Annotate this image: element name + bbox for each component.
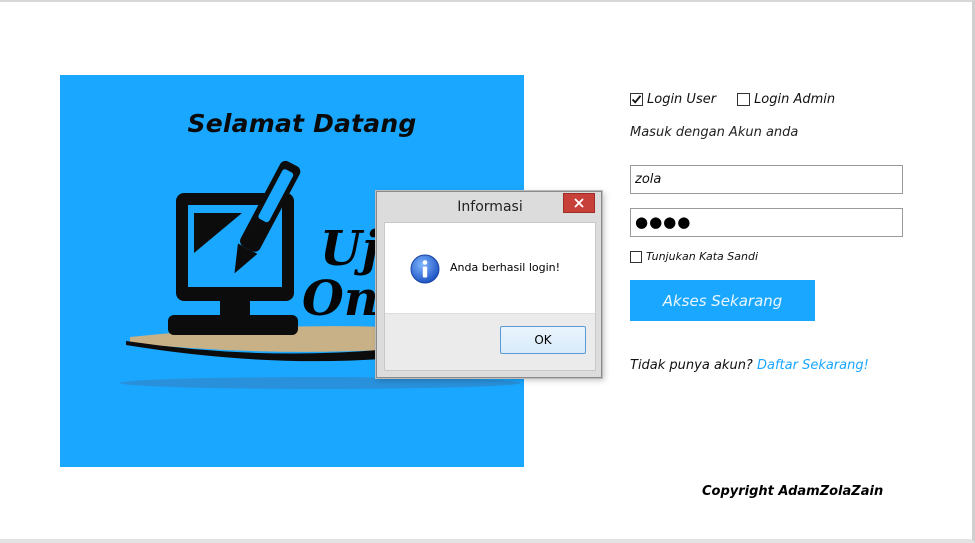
copyright-text: Copyright AdamZolaZain — [702, 484, 884, 499]
show-password-label: Tunjukan Kata Sandi — [646, 250, 759, 263]
info-icon — [410, 254, 440, 284]
login-admin-checkbox[interactable] — [737, 93, 751, 106]
dialog-close-button[interactable] — [563, 193, 595, 213]
login-admin-label: Login Admin — [754, 92, 836, 107]
dialog-message: Anda berhasil login! — [450, 261, 561, 274]
login-type-options: Login User Login Admin — [630, 92, 835, 107]
login-user-label: Login User — [647, 92, 717, 107]
dialog-footer: OK — [385, 313, 595, 370]
close-icon — [574, 198, 584, 208]
password-mask: ●●●● — [635, 213, 692, 231]
username-input[interactable] — [630, 165, 903, 194]
checkmark-icon — [631, 95, 642, 104]
access-now-button[interactable]: Akses Sekarang — [630, 280, 815, 321]
login-user-checkbox[interactable] — [630, 93, 643, 106]
show-password-option: Tunjukan Kata Sandi — [630, 250, 758, 263]
ok-button[interactable]: OK — [500, 326, 586, 354]
dialog-body: Anda berhasil login! OK — [384, 222, 596, 371]
register-row: Tidak punya akun? Daftar Sekarang! — [630, 358, 869, 373]
show-password-checkbox[interactable] — [630, 250, 642, 263]
dialog-titlebar[interactable]: Informasi — [377, 192, 601, 222]
info-dialog: Informasi Anda berhasil login! OK — [376, 191, 602, 378]
register-prompt: Tidak punya akun? — [630, 358, 753, 373]
register-link[interactable]: Daftar Sekarang! — [757, 358, 869, 373]
password-input[interactable]: ●●●● — [630, 208, 903, 237]
login-panel: Login User Login Admin Masuk dengan Akun… — [630, 88, 910, 508]
login-subtitle: Masuk dengan Akun anda — [630, 125, 799, 140]
